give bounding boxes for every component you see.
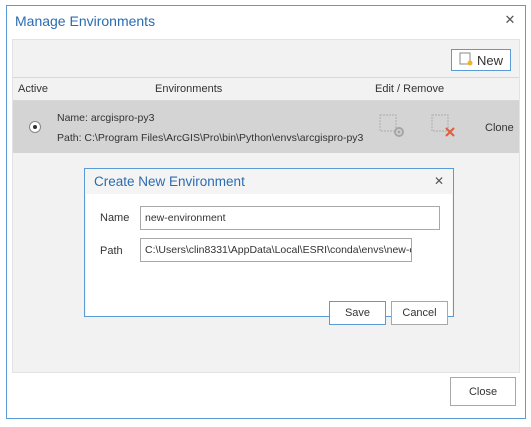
clone-link[interactable]: Clone (485, 122, 514, 134)
table-row[interactable]: Name: arcgispro-py3 Path: C:\Program Fil… (13, 101, 519, 153)
column-edit-remove: Edit / Remove (375, 83, 445, 95)
edit-settings-icon[interactable] (379, 114, 407, 143)
new-environment-button[interactable]: New (451, 49, 511, 71)
environment-name: Name: arcgispro-py3 (57, 112, 155, 124)
window-title: Manage Environments (15, 13, 156, 29)
new-environment-icon (459, 52, 473, 69)
new-button-label: New (476, 52, 503, 68)
active-radio[interactable] (29, 121, 41, 133)
path-field[interactable]: C:\Users\clin8331\AppData\Local\ESRI\con… (140, 238, 412, 262)
path-label: Path (100, 245, 123, 257)
table-header: Active Environments Edit / Remove (13, 77, 519, 101)
dialog-body: Name new-environment Path C:\Users\clin8… (86, 194, 452, 325)
close-button[interactable]: Close (450, 377, 516, 406)
dialog-title-bar: Create New Environment ✕ (85, 169, 453, 194)
remove-x-icon[interactable] (431, 114, 459, 143)
dialog-title: Create New Environment (94, 174, 245, 189)
name-label: Name (100, 212, 130, 224)
column-active: Active (18, 83, 48, 95)
environment-path: Path: C:\Program Files\ArcGIS\Pro\bin\Py… (57, 132, 364, 144)
create-new-environment-dialog: Create New Environment ✕ Name new-enviro… (84, 168, 454, 325)
close-icon[interactable]: ✕ (503, 13, 517, 27)
save-button[interactable]: Save (329, 301, 386, 325)
name-field[interactable]: new-environment (140, 206, 440, 230)
cancel-button[interactable]: Cancel (391, 301, 448, 325)
close-icon[interactable]: ✕ (433, 175, 445, 187)
column-environments: Environments (155, 83, 223, 95)
